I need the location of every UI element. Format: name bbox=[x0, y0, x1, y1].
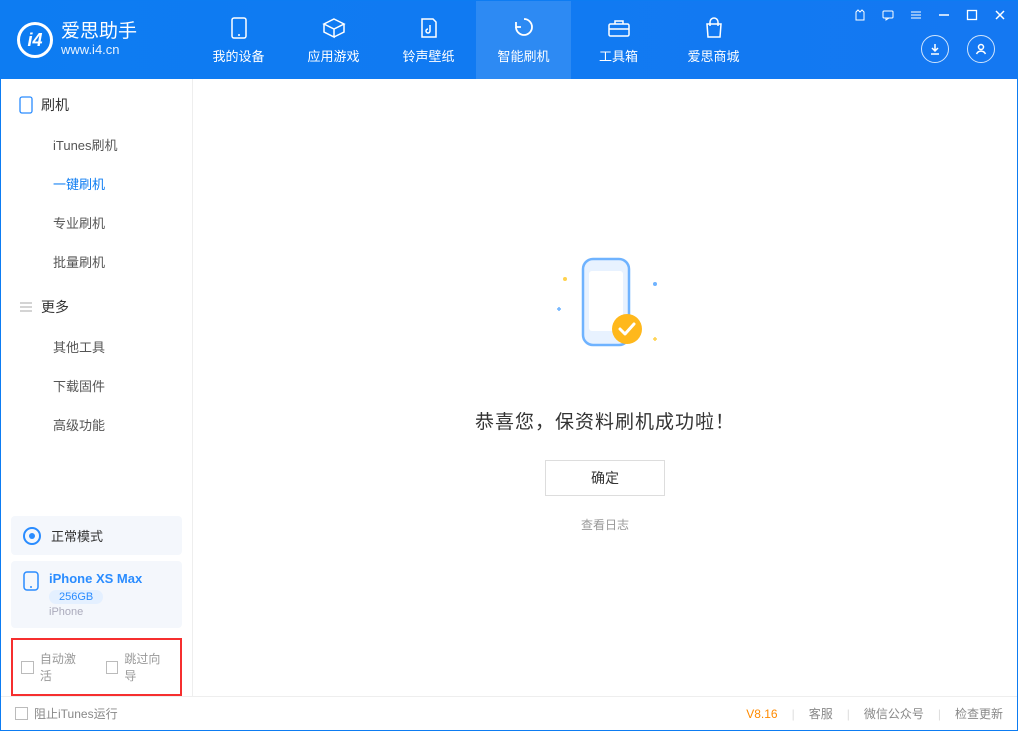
minimize-button[interactable] bbox=[937, 9, 951, 24]
chk-label: 自动激活 bbox=[40, 650, 88, 684]
sidebar-item-other-tools[interactable]: 其他工具 bbox=[1, 327, 192, 366]
cube-icon bbox=[320, 16, 348, 40]
options-highlight-box: 自动激活 跳过向导 bbox=[11, 638, 182, 696]
group-title: 刷机 bbox=[41, 95, 69, 115]
device-name: iPhone XS Max bbox=[49, 571, 142, 586]
tab-store[interactable]: 爱思商城 bbox=[666, 1, 761, 79]
check-update-link[interactable]: 检查更新 bbox=[955, 705, 1003, 722]
sidebar-item-batch-flash[interactable]: 批量刷机 bbox=[1, 242, 192, 281]
tab-toolbox[interactable]: 工具箱 bbox=[571, 1, 666, 79]
account-button[interactable] bbox=[967, 35, 995, 63]
mode-icon bbox=[23, 527, 41, 545]
tab-ringtones-wallpapers[interactable]: 铃声壁纸 bbox=[381, 1, 476, 79]
statusbar: 阻止iTunes运行 V8.16 | 客服 | 微信公众号 | 检查更新 bbox=[1, 696, 1017, 730]
tab-label: 铃声壁纸 bbox=[402, 46, 454, 65]
refresh-shield-icon bbox=[510, 16, 538, 40]
main-content: 恭喜您，保资料刷机成功啦！ 确定 查看日志 bbox=[193, 79, 1017, 696]
block-itunes-checkbox[interactable]: 阻止iTunes运行 bbox=[15, 705, 118, 722]
device-type: iPhone bbox=[49, 606, 142, 618]
tab-apps-games[interactable]: 应用游戏 bbox=[286, 1, 381, 79]
main-tabs: 我的设备 应用游戏 铃声壁纸 智能刷机 工具箱 爱思商城 bbox=[191, 1, 761, 79]
toolbox-icon bbox=[605, 16, 633, 40]
device-phone-icon bbox=[23, 571, 39, 591]
close-button[interactable] bbox=[993, 9, 1007, 24]
mode-card[interactable]: 正常模式 bbox=[11, 516, 182, 555]
sidebar-item-itunes-flash[interactable]: iTunes刷机 bbox=[1, 125, 192, 164]
version-label: V8.16 bbox=[746, 707, 777, 721]
storage-badge: 256GB bbox=[49, 590, 103, 604]
mode-label: 正常模式 bbox=[51, 526, 103, 545]
view-log-link[interactable]: 查看日志 bbox=[581, 516, 629, 533]
download-button[interactable] bbox=[921, 35, 949, 63]
logo-icon: i4 bbox=[17, 22, 53, 58]
logo: i4 爱思助手 www.i4.cn bbox=[1, 1, 191, 79]
menu-icon[interactable] bbox=[909, 9, 923, 24]
tab-my-device[interactable]: 我的设备 bbox=[191, 1, 286, 79]
sidebar-item-advanced[interactable]: 高级功能 bbox=[1, 405, 192, 444]
sidebar-group-flash: 刷机 bbox=[1, 79, 192, 125]
phone-icon bbox=[225, 16, 253, 40]
auto-activate-checkbox[interactable]: 自动激活 bbox=[21, 650, 88, 684]
tab-label: 爱思商城 bbox=[687, 46, 739, 65]
phone-small-icon bbox=[19, 96, 33, 114]
sidebar-item-download-firmware[interactable]: 下载固件 bbox=[1, 366, 192, 405]
device-card[interactable]: iPhone XS Max 256GB iPhone bbox=[11, 561, 182, 628]
chk-label: 阻止iTunes运行 bbox=[34, 705, 118, 722]
ok-button[interactable]: 确定 bbox=[545, 460, 665, 496]
maximize-button[interactable] bbox=[965, 9, 979, 24]
feedback-icon[interactable] bbox=[881, 9, 895, 24]
tab-label: 我的设备 bbox=[212, 46, 264, 65]
customer-service-link[interactable]: 客服 bbox=[809, 705, 833, 722]
app-window: i4 爱思助手 www.i4.cn 我的设备 应用游戏 铃声壁纸 智能刷机 bbox=[0, 0, 1018, 731]
skip-guide-checkbox[interactable]: 跳过向导 bbox=[106, 650, 173, 684]
titlebar: i4 爱思助手 www.i4.cn 我的设备 应用游戏 铃声壁纸 智能刷机 bbox=[1, 1, 1017, 79]
wechat-link[interactable]: 微信公众号 bbox=[864, 705, 924, 722]
app-url: www.i4.cn bbox=[61, 43, 137, 57]
group-title: 更多 bbox=[41, 297, 69, 317]
tab-smart-flash[interactable]: 智能刷机 bbox=[476, 1, 571, 79]
chk-label: 跳过向导 bbox=[124, 650, 172, 684]
tab-label: 应用游戏 bbox=[307, 46, 359, 65]
sidebar: 刷机 iTunes刷机 一键刷机 专业刷机 批量刷机 更多 其他工具 下载固件 … bbox=[1, 79, 193, 696]
sidebar-group-more: 更多 bbox=[1, 281, 192, 327]
music-file-icon bbox=[415, 16, 443, 40]
sidebar-item-pro-flash[interactable]: 专业刷机 bbox=[1, 203, 192, 242]
app-name: 爱思助手 bbox=[61, 22, 137, 43]
tab-label: 工具箱 bbox=[599, 46, 638, 65]
window-controls bbox=[853, 9, 1007, 24]
success-title: 恭喜您，保资料刷机成功啦！ bbox=[475, 407, 735, 434]
success-illustration bbox=[535, 249, 675, 389]
body: 刷机 iTunes刷机 一键刷机 专业刷机 批量刷机 更多 其他工具 下载固件 … bbox=[1, 79, 1017, 696]
sidebar-item-oneclick-flash[interactable]: 一键刷机 bbox=[1, 164, 192, 203]
tab-label: 智能刷机 bbox=[497, 46, 549, 65]
list-icon bbox=[19, 300, 33, 314]
bag-icon bbox=[700, 16, 728, 40]
skin-icon[interactable] bbox=[853, 9, 867, 24]
